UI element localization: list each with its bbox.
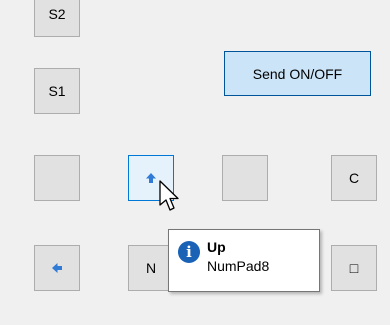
s1-label: S1 [48, 83, 66, 99]
blank-key-button[interactable] [34, 155, 80, 201]
s2-button[interactable]: S2 [34, 0, 80, 37]
s1-button[interactable]: S1 [34, 68, 80, 114]
blank-key-button[interactable] [222, 155, 268, 201]
s2-label: S2 [48, 6, 66, 22]
up-arrow-icon [145, 172, 157, 184]
tooltip-title: Up [207, 239, 226, 255]
send-on-off-button[interactable]: Send ON/OFF [224, 51, 371, 96]
left-arrow-button[interactable] [34, 245, 80, 291]
square-label: □ [349, 260, 359, 276]
tooltip-subtitle: NumPad8 [207, 258, 270, 274]
send-on-off-label: Send ON/OFF [252, 65, 343, 82]
c-button[interactable]: C [331, 155, 377, 201]
info-icon-glyph: i [186, 243, 192, 261]
left-arrow-icon [51, 262, 63, 274]
c-label: C [348, 170, 360, 186]
tooltip-text: Up NumPad8 [207, 238, 269, 276]
mouse-cursor-icon [158, 180, 182, 214]
info-icon: i [178, 241, 200, 263]
square-button[interactable]: □ [331, 245, 377, 291]
n-label: N [145, 260, 157, 276]
tooltip: i Up NumPad8 [168, 229, 320, 292]
